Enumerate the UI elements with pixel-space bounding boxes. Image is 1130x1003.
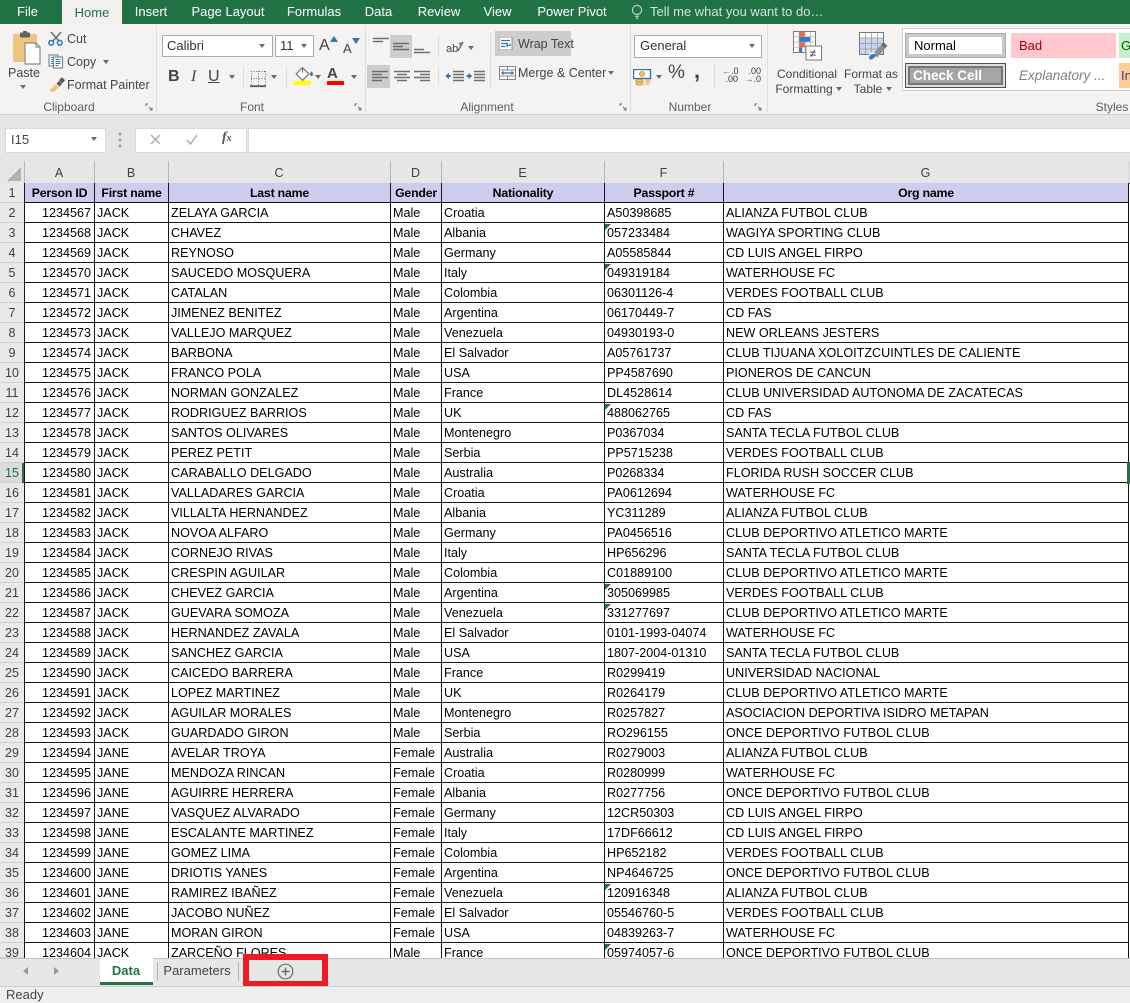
- svg-text:ab: ab: [446, 43, 458, 55]
- svg-text:≠: ≠: [810, 47, 817, 61]
